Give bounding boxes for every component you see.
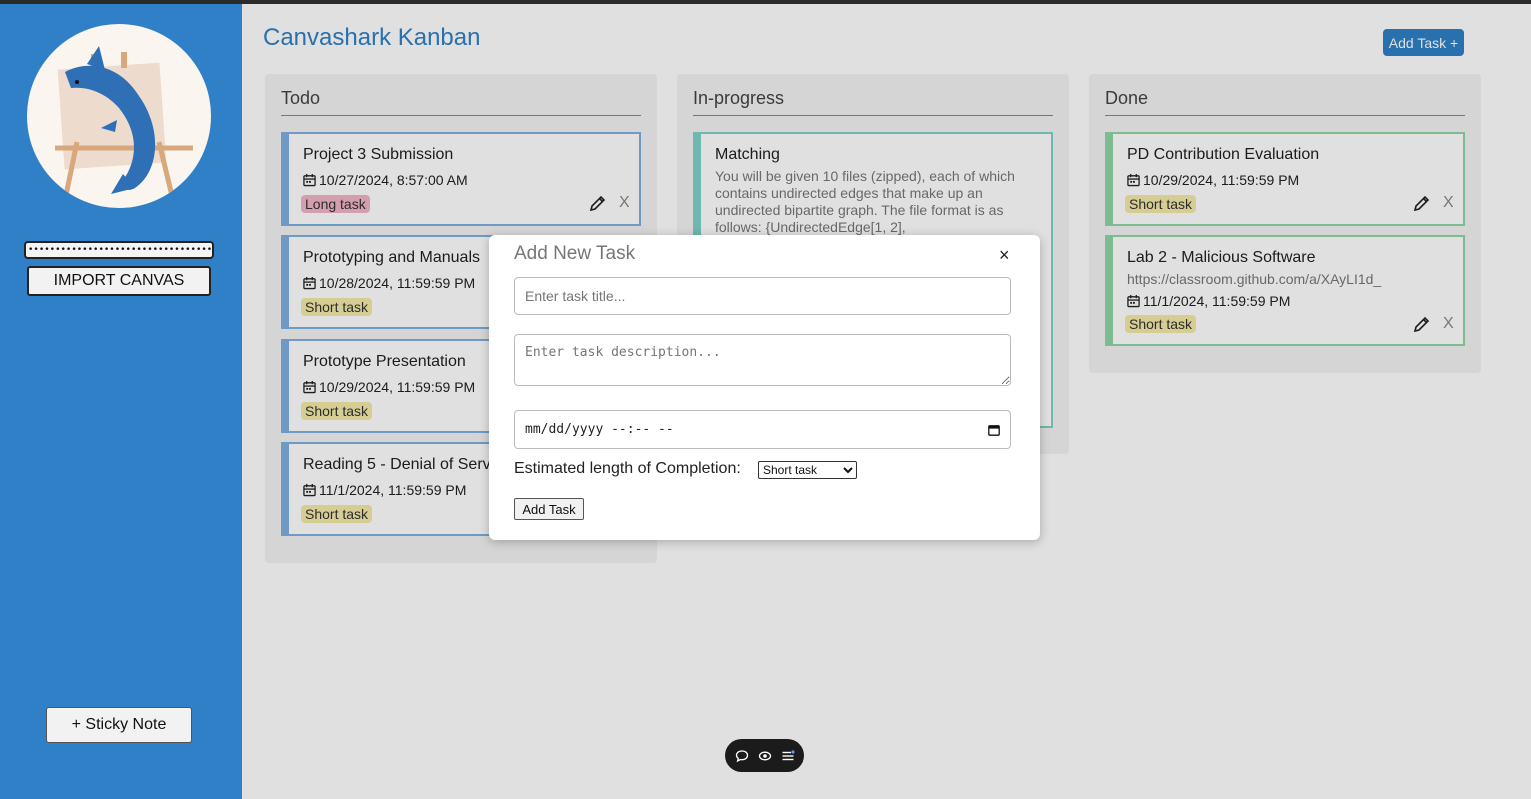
floating-toolbar bbox=[725, 739, 804, 772]
close-icon[interactable]: × bbox=[999, 245, 1010, 266]
import-canvas-button[interactable]: IMPORT CANVAS bbox=[27, 266, 211, 296]
calendar-icon[interactable] bbox=[988, 424, 1000, 436]
canvas-token-input[interactable]: ••••••••••••••••••••••••••••••••••••••••… bbox=[24, 241, 214, 259]
task-due-date-input[interactable]: mm/dd/yyyy --:-- -- bbox=[514, 410, 1011, 449]
shark-logo bbox=[27, 24, 211, 208]
length-select[interactable]: Short task bbox=[758, 461, 857, 479]
eye-icon[interactable] bbox=[758, 749, 772, 763]
list-icon[interactable] bbox=[781, 749, 795, 763]
modal-title: Add New Task bbox=[514, 243, 636, 264]
length-label: Estimated length of Completion: bbox=[514, 460, 741, 477]
add-task-modal: Add New Task × mm/dd/yyyy --:-- -- Estim… bbox=[489, 235, 1040, 540]
task-title-input[interactable] bbox=[514, 277, 1011, 315]
add-sticky-note-button[interactable]: + Sticky Note bbox=[46, 707, 192, 743]
submit-task-button[interactable]: Add Task bbox=[514, 498, 584, 520]
sidebar: ••••••••••••••••••••••••••••••••••••••••… bbox=[0, 4, 242, 799]
task-description-input[interactable] bbox=[514, 334, 1011, 386]
date-placeholder: mm/dd/yyyy --:-- -- bbox=[525, 422, 674, 437]
shark-easel-icon bbox=[55, 46, 193, 201]
chat-icon[interactable] bbox=[735, 749, 749, 763]
